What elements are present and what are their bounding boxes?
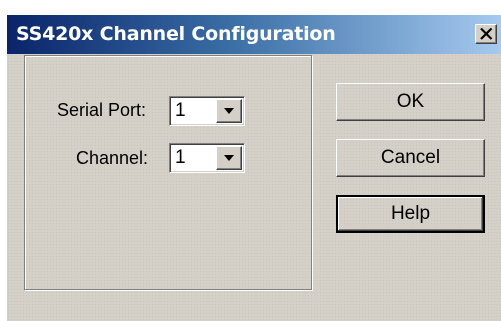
- close-button[interactable]: [475, 24, 497, 44]
- channel-label: Channel:: [76, 148, 149, 168]
- chevron-down-icon: [224, 108, 234, 114]
- help-button[interactable]: Help: [336, 195, 485, 233]
- close-icon: [480, 28, 493, 40]
- channel-value: 1: [175, 147, 186, 168]
- help-button-label: Help: [390, 203, 431, 224]
- title-bar[interactable]: SS420x Channel Configuration: [7, 15, 501, 54]
- cancel-button[interactable]: Cancel: [336, 139, 485, 177]
- serial-port-label: Serial Port:: [57, 100, 147, 120]
- channel-select[interactable]: 1: [169, 143, 245, 173]
- serial-port-dropdown-button[interactable]: [216, 99, 242, 123]
- ok-button[interactable]: OK: [336, 83, 485, 121]
- chevron-down-icon: [224, 155, 234, 161]
- serial-port-select[interactable]: 1: [169, 96, 245, 126]
- channel-dropdown-button[interactable]: [216, 146, 242, 170]
- serial-port-value: 1: [175, 100, 186, 121]
- window-title: SS420x Channel Configuration: [16, 23, 336, 45]
- settings-group: [24, 55, 312, 290]
